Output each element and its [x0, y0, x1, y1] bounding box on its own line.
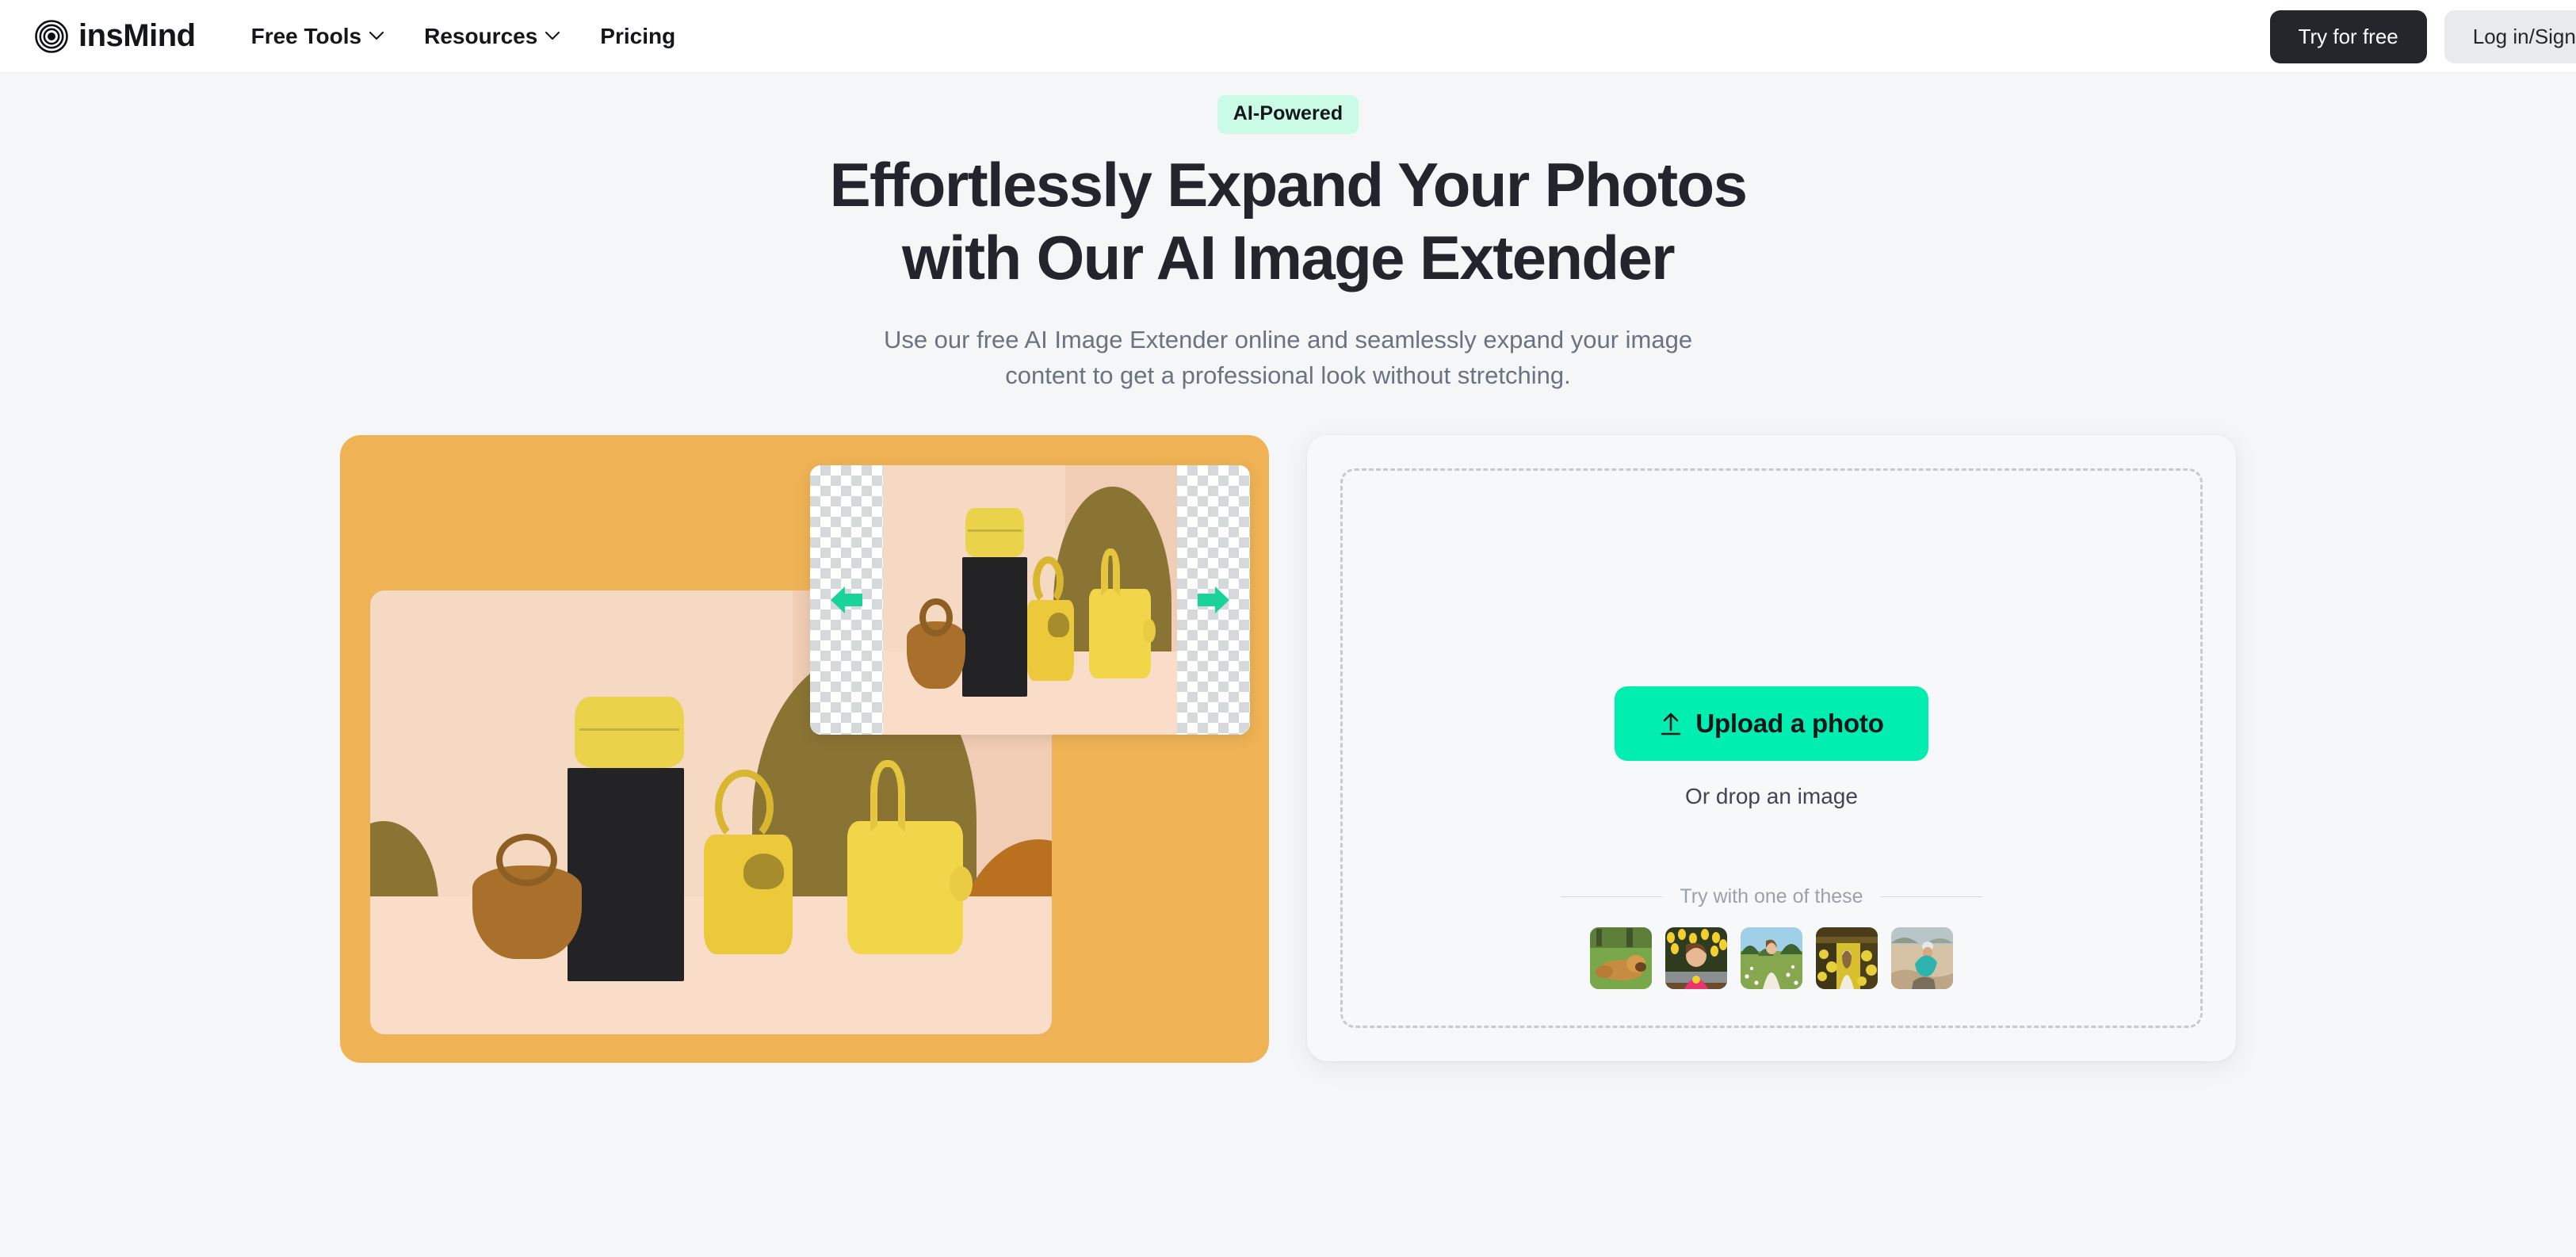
dropzone[interactable]: Upload a photo Or drop an image Try with… [1340, 468, 2203, 1028]
dog-on-grass-image [1590, 927, 1652, 989]
sample-thumbnail-girl-with-yellow-tulips[interactable] [1665, 927, 1727, 989]
page-title: Effortlessly Expand Your Photos with Our… [829, 150, 1748, 293]
chevron-down-icon [369, 31, 384, 40]
nav-label: Free Tools [250, 23, 362, 48]
original-photo [883, 464, 1177, 735]
transparent-area-left [810, 464, 883, 735]
nav-label: Resources [424, 23, 538, 48]
try-label: Try with one of these [1680, 884, 1863, 907]
try-for-free-button[interactable]: Try for free [2269, 10, 2427, 63]
nav-item-pricing[interactable]: Pricing [600, 24, 675, 49]
status-badge: AI-Powered [1217, 95, 1359, 134]
sample-thumbnail-woman-in-daisy-meadow[interactable] [1741, 927, 1802, 989]
sample-thumbnails [1590, 927, 1953, 989]
brand-logo[interactable]: insMind [35, 18, 196, 54]
insmind-target-logo-icon [35, 19, 68, 53]
divider-rule-right [1880, 896, 1982, 897]
hero-section: AI-Powered Effortlessly Expand Your Phot… [0, 73, 2576, 394]
site-header: insMind Free Tools Resources Pricing Try… [0, 0, 2576, 73]
sample-thumbnail-girl-in-yellow-rapeseed-field[interactable] [1816, 927, 1878, 989]
demo-preview-card [340, 434, 1269, 1063]
upload-photo-button[interactable]: Upload a photo [1615, 686, 1928, 762]
nav-item-free-tools[interactable]: Free Tools [251, 24, 385, 49]
login-signup-button[interactable]: Log in/Sign up [2444, 10, 2576, 63]
source-image-inset [810, 464, 1250, 735]
drop-hint-text: Or drop an image [1685, 784, 1858, 809]
brand-name: insMind [78, 18, 196, 53]
upload-button-label: Upload a photo [1695, 709, 1884, 739]
sample-thumbnail-golden-retriever-on-grass[interactable] [1590, 927, 1652, 989]
chevron-down-icon [545, 31, 560, 40]
arrow-left-icon [831, 586, 862, 613]
nav-label: Pricing [600, 23, 676, 48]
main-nav: Free Tools Resources Pricing [251, 24, 676, 49]
nav-item-resources[interactable]: Resources [424, 24, 560, 49]
girl-in-rapeseed-field-image [1816, 927, 1878, 989]
main-content: Upload a photo Or drop an image Try with… [0, 434, 2576, 1063]
upload-card: Upload a photo Or drop an image Try with… [1307, 434, 2236, 1061]
sample-images-block: Try with one of these [1343, 885, 2200, 989]
header-actions: Try for free Log in/Sign up [2269, 0, 2576, 73]
sample-thumbnail-person-in-cap-on-rocks[interactable] [1891, 927, 1953, 989]
try-divider: Try with one of these [1343, 885, 2200, 908]
woman-in-meadow-image [1741, 927, 1802, 989]
transparent-area-right [1177, 464, 1250, 735]
upload-arrow-icon [1661, 713, 1681, 735]
arrow-right-icon [1198, 586, 1229, 613]
divider-rule-left [1561, 896, 1663, 897]
girl-with-tulips-image [1665, 927, 1727, 989]
page-subtitle: Use our free AI Image Extender online an… [883, 326, 1693, 389]
person-on-rocks-image [1891, 927, 1953, 989]
